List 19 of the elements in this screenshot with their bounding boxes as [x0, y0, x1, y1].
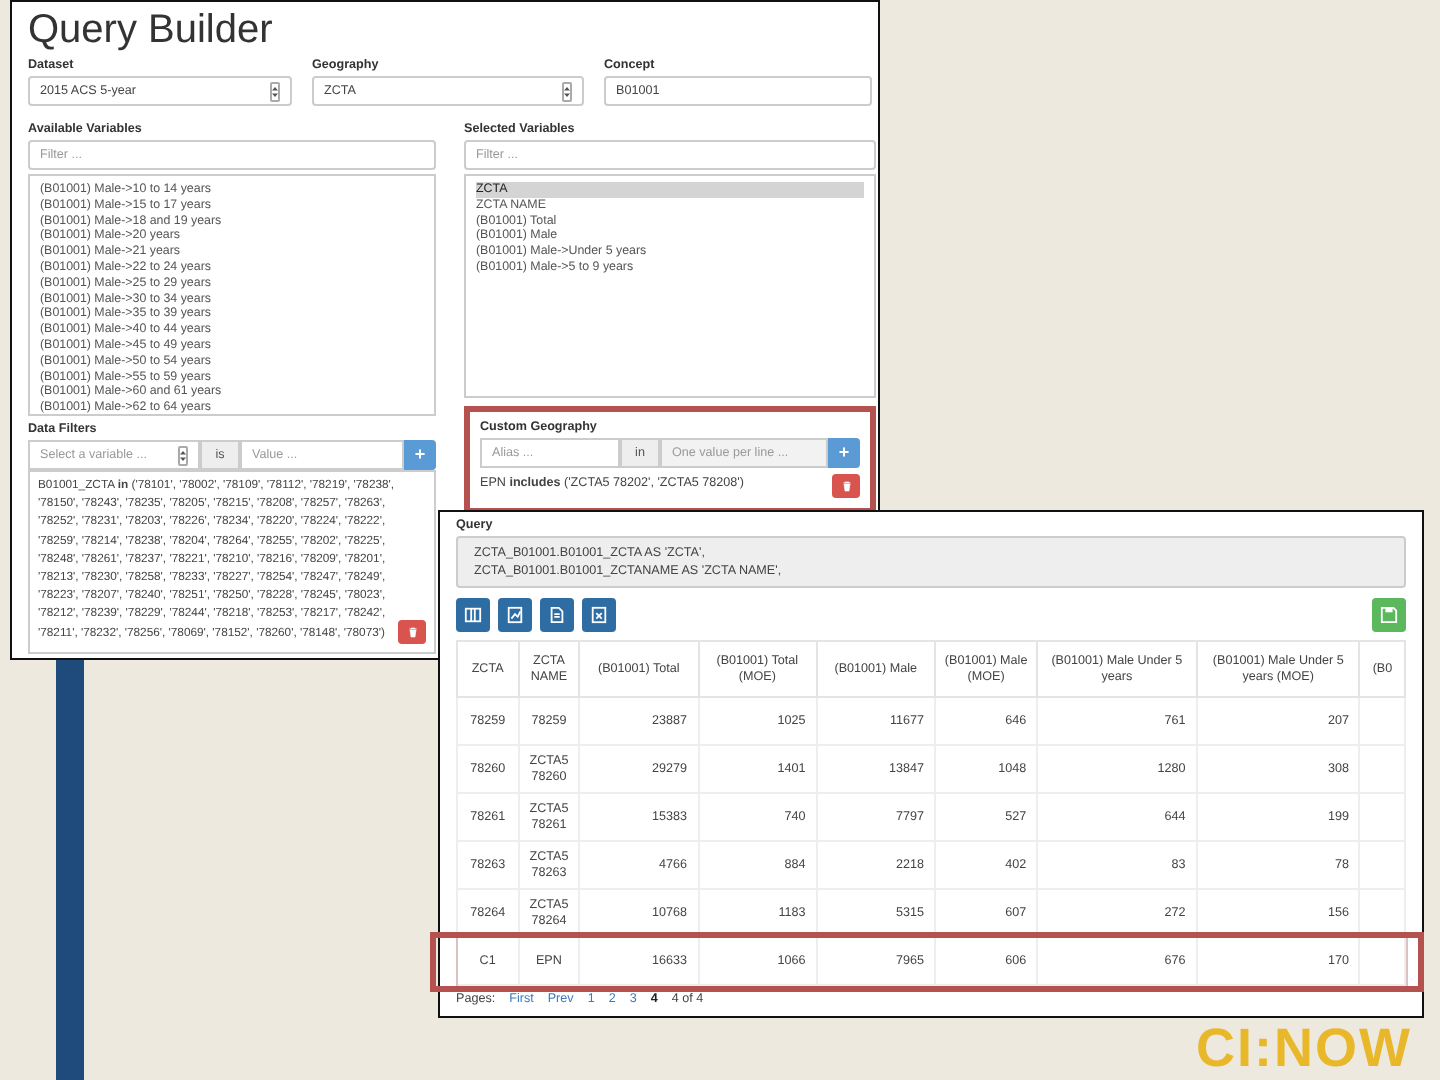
variable-list[interactable] [28, 174, 436, 416]
caret-icon [270, 81, 280, 101]
trash-icon [841, 480, 851, 492]
document-icon [590, 606, 608, 624]
page-title: Query Builder [28, 8, 275, 52]
trash-icon [407, 626, 417, 638]
chart-document-icon [506, 606, 524, 624]
caret-icon [562, 81, 572, 101]
toolbar-button[interactable] [456, 598, 490, 632]
caret-icon [178, 445, 188, 465]
columns-icon [464, 606, 482, 624]
delete-button[interactable] [832, 474, 860, 498]
delete-button[interactable] [398, 620, 426, 644]
logo: CI:NOW [1196, 1020, 1412, 1076]
toolbar-button[interactable] [582, 598, 616, 632]
document-icon [548, 606, 566, 624]
save-icon [1380, 606, 1398, 624]
toolbar-button[interactable] [540, 598, 574, 632]
toolbar-button[interactable] [498, 598, 532, 632]
